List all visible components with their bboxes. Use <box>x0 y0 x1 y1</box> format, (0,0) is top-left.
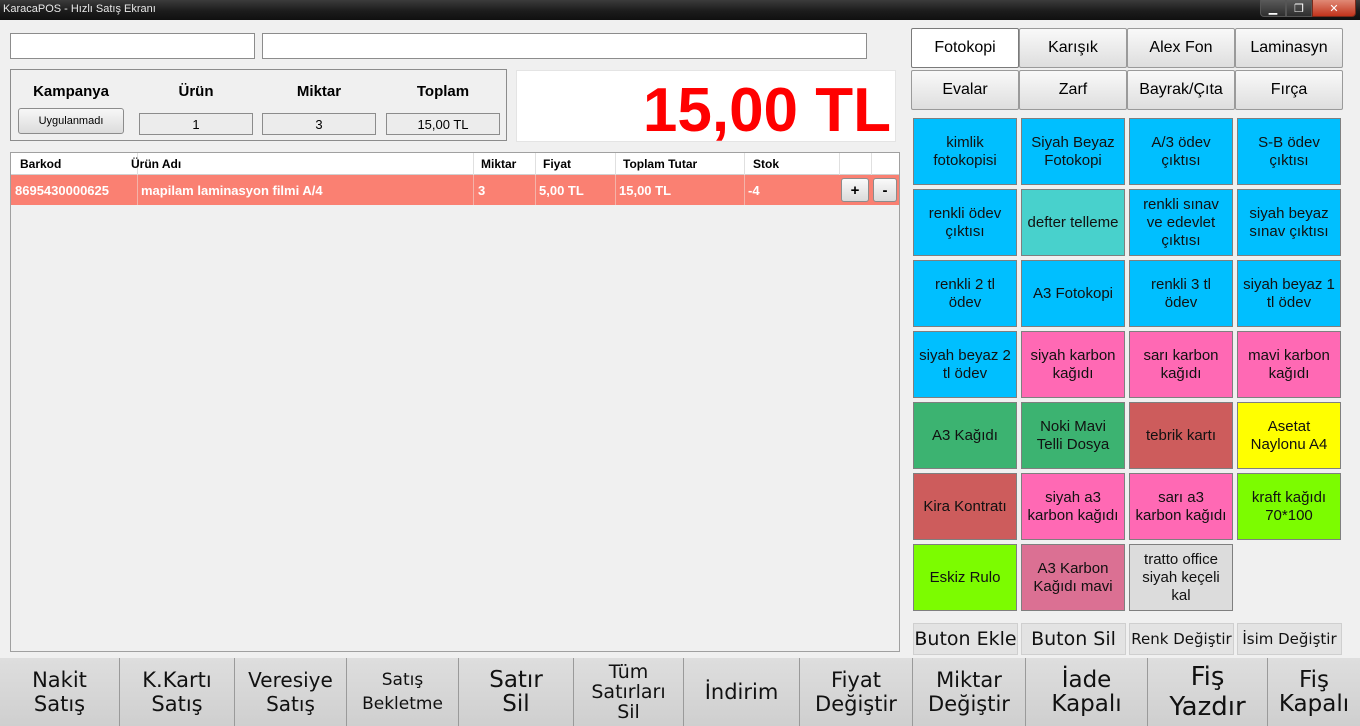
product-button[interactable]: A3 Karbon Kağıdı mavi <box>1021 544 1125 611</box>
product-button[interactable]: renkli sınav ve edevlet çıktısı <box>1129 189 1233 256</box>
receipt-off-button[interactable]: Fiş Kapalı <box>1268 658 1360 726</box>
category-tab[interactable]: Alex Fon <box>1127 28 1235 68</box>
decrease-quantity-button[interactable]: - <box>873 178 897 202</box>
product-button[interactable]: Eskiz Rulo <box>913 544 1017 611</box>
product-button[interactable]: A3 Fotokopi <box>1021 260 1125 327</box>
toplam-value: 15,00 TL <box>386 113 500 135</box>
sales-grid[interactable]: Barkod Ürün Adı Miktar Fiyat Toplam Tuta… <box>10 152 900 652</box>
barcode-input[interactable] <box>10 33 255 59</box>
cell-toplam: 15,00 TL <box>619 183 672 198</box>
header-toplam-tutar: Toplam Tutar <box>623 157 698 171</box>
product-button[interactable]: kimlik fotokopisi <box>913 118 1017 185</box>
total-display: 15,00 TL <box>516 70 896 145</box>
cell-miktar: 3 <box>478 183 486 198</box>
header-fiyat: Fiyat <box>543 157 572 171</box>
title-bar: KaracaPOS - Hızlı Satış Ekranı ▁ ❐ ✕ <box>0 0 1360 20</box>
category-tab[interactable]: Bayrak/Çıta <box>1127 70 1235 110</box>
category-tab[interactable]: Karışık <box>1019 28 1127 68</box>
rename-button-button[interactable]: İsim Değiştir <box>1237 623 1342 655</box>
product-button[interactable]: Noki Mavi Telli Dosya <box>1021 402 1125 469</box>
header-miktar: Miktar <box>481 157 517 171</box>
card-sale-button[interactable]: K.Kartı Satış <box>120 658 235 726</box>
product-button[interactable]: renkli 3 tl ödev <box>1129 260 1233 327</box>
window-title: KaracaPOS - Hızlı Satış Ekranı <box>3 3 156 15</box>
add-button-button[interactable]: Buton Ekle <box>913 623 1018 655</box>
kampanya-label: Kampanya <box>33 83 109 100</box>
miktar-count: 3 <box>262 113 376 135</box>
return-button[interactable]: İade Kapalı <box>1026 658 1148 726</box>
window-controls: ▁ ❐ ✕ <box>1260 0 1356 18</box>
header-stok: Stok <box>753 157 780 171</box>
product-button[interactable]: Kira Kontratı <box>913 473 1017 540</box>
product-button[interactable]: Asetat Naylonu A4 <box>1237 402 1341 469</box>
toplam-label: Toplam <box>416 83 470 100</box>
print-receipt-button[interactable]: Fiş Yazdır <box>1148 658 1268 726</box>
discount-button[interactable]: İndirim <box>684 658 800 726</box>
cell-urun-adi: mapilam laminasyon filmi A/4 <box>141 183 323 198</box>
cell-fiyat: 5,00 TL <box>539 183 584 198</box>
maximize-icon[interactable]: ❐ <box>1286 0 1312 17</box>
product-button[interactable]: renkli ödev çıktısı <box>913 189 1017 256</box>
urun-label: Ürün <box>178 83 214 100</box>
product-button[interactable]: S-B ödev çıktısı <box>1237 118 1341 185</box>
product-button[interactable]: A3 Kağıdı <box>913 402 1017 469</box>
cell-stok: -4 <box>748 183 760 198</box>
cell-barkod: 8695430000625 <box>15 183 109 198</box>
product-button[interactable]: kraft kağıdı 70*100 <box>1237 473 1341 540</box>
product-button[interactable]: tebrik kartı <box>1129 402 1233 469</box>
header-urun-adi: Ürün Adı <box>131 157 182 171</box>
category-tab[interactable]: Fırça <box>1235 70 1343 110</box>
credit-sale-button[interactable]: Veresiye Satış <box>235 658 347 726</box>
category-tab[interactable]: Laminasyn <box>1235 28 1343 68</box>
product-button[interactable]: siyah beyaz sınav çıktısı <box>1237 189 1341 256</box>
change-quantity-button[interactable]: Miktar Değiştir <box>913 658 1026 726</box>
category-tab[interactable]: Fotokopi <box>911 28 1019 68</box>
product-button[interactable]: sarı karbon kağıdı <box>1129 331 1233 398</box>
change-price-button[interactable]: Fiyat Değiştir <box>800 658 913 726</box>
summary-panel: Kampanya Uygulanmadı Ürün 1 Miktar 3 Top… <box>10 69 507 141</box>
category-tab[interactable]: Evalar <box>911 70 1019 110</box>
product-button[interactable]: sarı a3 karbon kağıdı <box>1129 473 1233 540</box>
product-button[interactable]: siyah karbon kağıdı <box>1021 331 1125 398</box>
product-search-input[interactable] <box>262 33 867 59</box>
delete-all-rows-button[interactable]: Tüm Satırları Sil <box>574 658 684 726</box>
urun-count: 1 <box>139 113 253 135</box>
product-button[interactable]: renkli 2 tl ödev <box>913 260 1017 327</box>
kampanya-button[interactable]: Uygulanmadı <box>18 108 124 134</box>
product-button[interactable]: siyah beyaz 2 tl ödev <box>913 331 1017 398</box>
minimize-icon[interactable]: ▁ <box>1260 0 1286 17</box>
product-button[interactable]: tratto office siyah keçeli kal <box>1129 544 1233 611</box>
product-button[interactable]: mavi karbon kağıdı <box>1237 331 1341 398</box>
delete-button-button[interactable]: Buton Sil <box>1021 623 1126 655</box>
increase-quantity-button[interactable]: + <box>841 178 869 202</box>
miktar-label: Miktar <box>296 83 342 100</box>
category-tab[interactable]: Zarf <box>1019 70 1127 110</box>
delete-row-button[interactable]: Satır Sil <box>459 658 574 726</box>
close-icon[interactable]: ✕ <box>1312 0 1356 17</box>
product-button[interactable]: siyah beyaz 1 tl ödev <box>1237 260 1341 327</box>
product-button[interactable]: siyah a3 karbon kağıdı <box>1021 473 1125 540</box>
header-barkod: Barkod <box>20 157 62 171</box>
total-amount: 15,00 TL <box>642 76 891 145</box>
product-button[interactable]: A/3 ödev çıktısı <box>1129 118 1233 185</box>
grid-header: Barkod Ürün Adı Miktar Fiyat Toplam Tuta… <box>11 153 899 175</box>
cash-sale-button[interactable]: Nakit Satış <box>0 658 120 726</box>
change-color-button[interactable]: Renk Değiştir <box>1129 623 1234 655</box>
table-row[interactable]: 8695430000625 mapilam laminasyon filmi A… <box>11 175 899 205</box>
hold-sale-button[interactable]: Satış Bekletme <box>347 658 459 726</box>
product-button[interactable]: defter telleme <box>1021 189 1125 256</box>
product-button[interactable]: Siyah Beyaz Fotokopi <box>1021 118 1125 185</box>
